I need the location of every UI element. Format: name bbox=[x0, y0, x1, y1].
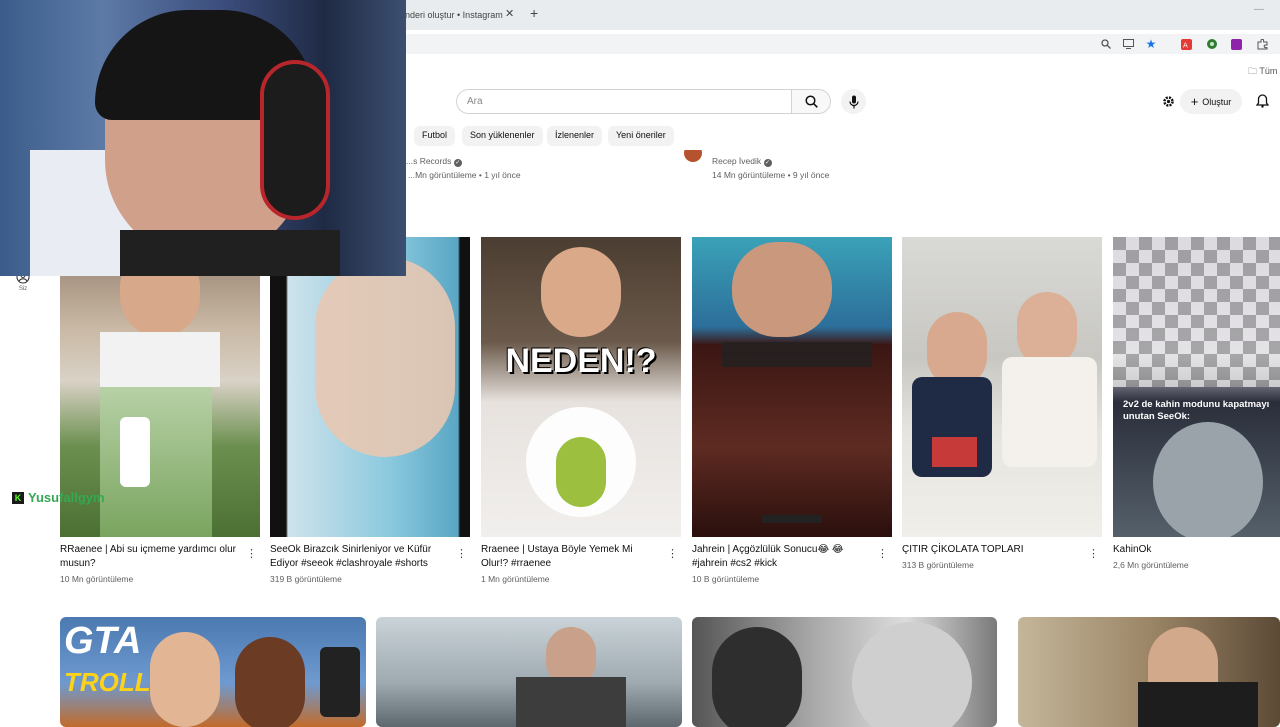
top-video-2-channel[interactable]: Recep İvedik ✓ bbox=[712, 156, 772, 167]
install-app-icon[interactable] bbox=[1122, 38, 1134, 50]
extension-gear-icon[interactable] bbox=[1162, 95, 1175, 113]
short-thumbnail-4[interactable] bbox=[692, 237, 892, 537]
short-thumbnail-3[interactable]: NEDEN!? bbox=[481, 237, 681, 537]
tab-title: önderi oluştur • Instagram bbox=[400, 10, 503, 20]
chip-izlenenler[interactable]: İzlenenler bbox=[547, 126, 603, 146]
short-title-5[interactable]: ÇITIR ÇİKOLATA TOPLARI bbox=[902, 543, 1082, 557]
video-thumbnail-4[interactable] bbox=[1018, 617, 1280, 727]
short-views-5: 313 B görüntüleme bbox=[902, 560, 974, 570]
more-options-icon[interactable]: ⋮ bbox=[246, 547, 257, 560]
microphone-icon bbox=[848, 95, 859, 108]
more-options-icon[interactable]: ⋮ bbox=[456, 547, 467, 560]
search-placeholder: Ara bbox=[467, 96, 483, 107]
extensions-puzzle-icon[interactable] bbox=[1256, 38, 1268, 50]
voice-search-button[interactable] bbox=[841, 89, 866, 114]
short-title-4[interactable]: Jahrein | Açgözlülük Sonucu😂 😂 #jahrein … bbox=[692, 543, 872, 571]
more-options-icon[interactable]: ⋮ bbox=[1088, 547, 1099, 560]
minimize-icon[interactable]: — bbox=[1254, 4, 1264, 15]
short-thumbnail-5[interactable] bbox=[902, 237, 1102, 537]
folder-icon: 🗀 bbox=[1248, 66, 1258, 76]
video-thumbnail-1[interactable]: GTA TROLL bbox=[60, 617, 366, 727]
webcam-overlay bbox=[0, 0, 406, 276]
streamer-name-tag: K Yusufallgym bbox=[12, 490, 105, 505]
sidebar-item-label: Siz bbox=[18, 286, 28, 292]
kick-logo-icon: K bbox=[12, 491, 24, 504]
thumbnail-overlay-text: NEDEN!? bbox=[505, 342, 657, 380]
more-options-icon[interactable]: ⋮ bbox=[877, 547, 888, 560]
pdf-extension-icon[interactable]: A bbox=[1180, 38, 1192, 50]
chip-son-yuklenenler[interactable]: Son yüklenenler bbox=[462, 126, 543, 146]
tab-close-icon[interactable]: ✕ bbox=[505, 7, 514, 20]
channel-name: ...s Records bbox=[406, 156, 452, 166]
bookmark-star-icon[interactable]: ★ bbox=[1145, 37, 1157, 51]
short-views-1: 10 Mn görüntüleme bbox=[60, 574, 134, 584]
more-options-icon[interactable]: ⋮ bbox=[667, 547, 678, 560]
browser-tab[interactable]: önderi oluştur • Instagram bbox=[400, 4, 520, 26]
short-thumbnail-6[interactable]: 2v2 de kahin modunu kapatmayı unutan See… bbox=[1113, 237, 1280, 537]
top-video-1-meta: ...Mn görüntüleme • 1 yıl önce bbox=[408, 170, 521, 180]
search-icon bbox=[804, 95, 818, 108]
zoom-icon[interactable] bbox=[1100, 38, 1112, 50]
channel-avatar[interactable] bbox=[684, 150, 702, 162]
short-title-1[interactable]: RRaenee | Abi su içmeme yardımcı olur mu… bbox=[60, 543, 240, 571]
short-views-2: 319 B görüntüleme bbox=[270, 574, 342, 584]
short-views-4: 10 B görüntüleme bbox=[692, 574, 760, 584]
plus-icon: + bbox=[1190, 94, 1199, 109]
short-title-2[interactable]: SeeOk Birazcık Sinirleniyor ve Küfür Edi… bbox=[270, 543, 450, 571]
thumbnail-overlay-text: TROLL bbox=[64, 667, 151, 697]
chip-futbol[interactable]: Futbol bbox=[414, 126, 456, 146]
chip-yeni-oneriler[interactable]: Yeni öneriler bbox=[608, 126, 674, 146]
create-label: Oluştur bbox=[1202, 96, 1232, 107]
notifications-bell-icon[interactable] bbox=[1255, 94, 1270, 113]
top-video-2-meta: 14 Mn görüntüleme • 9 yıl önce bbox=[712, 170, 830, 180]
short-title-6[interactable]: KahinOk bbox=[1113, 543, 1280, 557]
create-button[interactable]: + Oluştur bbox=[1180, 89, 1242, 114]
new-tab-button[interactable]: + bbox=[530, 5, 538, 21]
short-views-6: 2,6 Mn görüntüleme bbox=[1113, 560, 1189, 570]
search-input[interactable]: Ara bbox=[456, 89, 792, 114]
video-thumbnail-2[interactable] bbox=[376, 617, 682, 727]
video-thumbnail-3[interactable] bbox=[692, 617, 997, 727]
bookmark-folder[interactable]: 🗀 Tüm bbox=[1248, 64, 1277, 80]
svg-text:A: A bbox=[1183, 41, 1188, 49]
search-button[interactable] bbox=[791, 89, 831, 114]
channel-name: Recep İvedik bbox=[712, 156, 762, 166]
thumbnail-overlay-text: 2v2 de kahin modunu kapatmayı unutan See… bbox=[1123, 399, 1270, 422]
top-video-1-channel[interactable]: ...s Records ✓ bbox=[406, 156, 462, 167]
verified-icon: ✓ bbox=[453, 159, 462, 167]
thumbnail-overlay-text: GTA bbox=[64, 620, 142, 662]
short-title-3[interactable]: Rraenee | Ustaya Böyle Yemek Mi Olur!? #… bbox=[481, 543, 661, 571]
bookmark-folder-label: Tüm bbox=[1259, 66, 1278, 76]
short-views-3: 1 Mn görüntüleme bbox=[481, 574, 550, 584]
extension-purple-icon[interactable] bbox=[1230, 38, 1242, 50]
extension-green-icon[interactable] bbox=[1206, 38, 1218, 50]
short-thumbnail-2[interactable] bbox=[270, 237, 470, 537]
streamer-name: Yusufallgym bbox=[28, 490, 105, 505]
verified-icon: ✓ bbox=[763, 159, 772, 167]
